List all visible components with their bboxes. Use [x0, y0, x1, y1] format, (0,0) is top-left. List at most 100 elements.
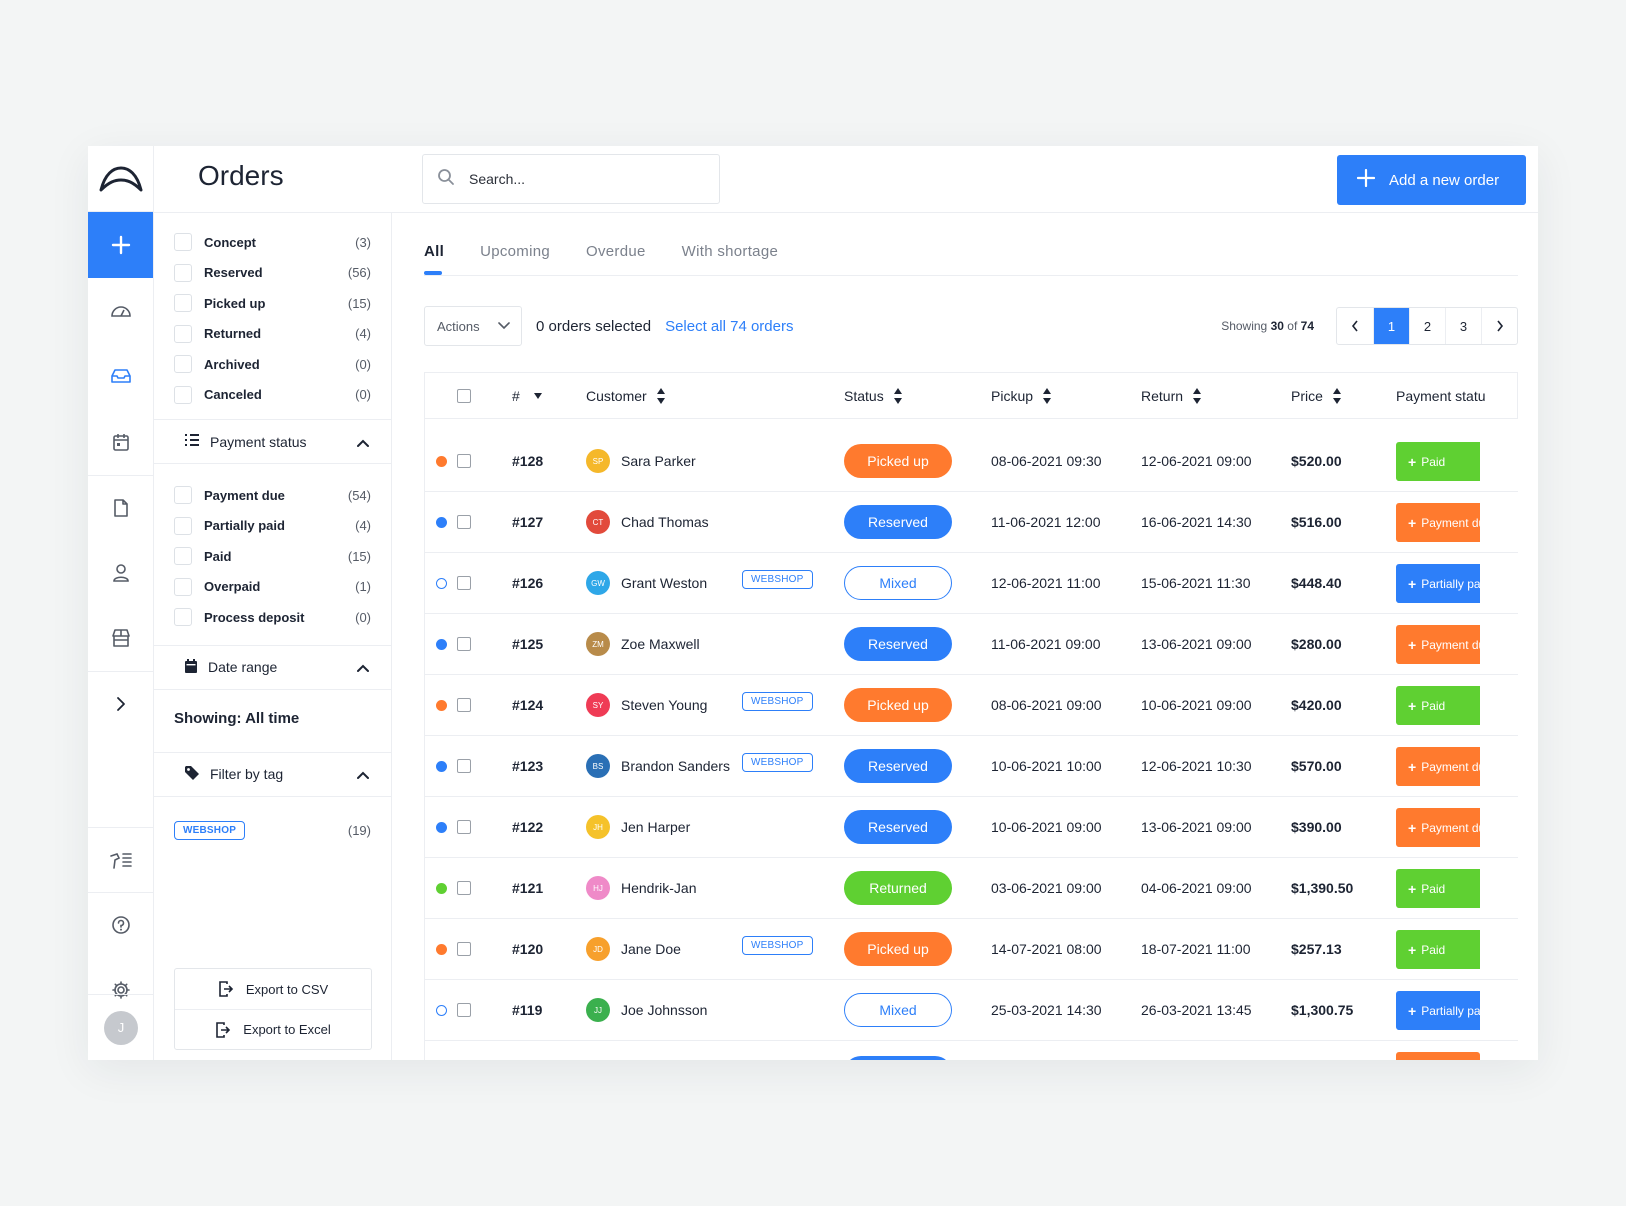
order-number[interactable]: #122: [512, 797, 543, 857]
table-row[interactable]: #123 BS Brandon Sanders WEBSHOP Reserved…: [424, 736, 1518, 797]
payment-status-button[interactable]: + Payment due: [1396, 503, 1480, 542]
order-number[interactable]: #119: [512, 980, 542, 1040]
filter-option[interactable]: Paid (15): [154, 541, 391, 572]
payment-status-button[interactable]: + Partially paid: [1396, 564, 1480, 603]
row-checkbox[interactable]: [457, 1003, 471, 1017]
payment-button[interactable]: + Paid: [1396, 442, 1480, 481]
search-input[interactable]: [469, 171, 689, 187]
col-return[interactable]: Return: [1141, 373, 1202, 418]
inbox-icon[interactable]: [88, 344, 153, 410]
chevron-up-icon[interactable]: [357, 766, 369, 782]
search-box[interactable]: [422, 154, 720, 204]
actions-dropdown[interactable]: Actions: [424, 306, 522, 346]
status-badge[interactable]: Picked up: [844, 444, 952, 478]
order-number[interactable]: #128: [512, 431, 543, 491]
chevron-right-icon[interactable]: [88, 671, 153, 737]
customer-name[interactable]: Grant Weston: [621, 575, 707, 591]
payment-button[interactable]: + Paid: [1396, 686, 1480, 725]
customer-name[interactable]: Steven Young: [621, 697, 707, 713]
filter-option[interactable]: Process deposit (0): [154, 602, 391, 633]
row-checkbox[interactable]: [457, 637, 471, 651]
order-number[interactable]: #126: [512, 553, 543, 613]
filter-checkbox[interactable]: [174, 547, 192, 566]
table-row[interactable]: #119 JJ Joe Johnsson Mixed 25-03-2021 14…: [424, 980, 1518, 1041]
export-csv-button[interactable]: Export to CSV: [175, 969, 371, 1009]
filter-checkbox[interactable]: [174, 263, 192, 282]
filter-option[interactable]: Archived (0): [154, 349, 391, 380]
order-number[interactable]: #123: [512, 736, 543, 796]
filter-checkbox[interactable]: [174, 233, 192, 252]
page-2-button[interactable]: 2: [1409, 308, 1445, 344]
logo-icon[interactable]: [88, 146, 153, 212]
status-badge[interactable]: Reserved: [844, 810, 952, 844]
table-row[interactable]: #122 JH Jen Harper Reserved 10-06-2021 0…: [424, 797, 1518, 858]
table-row[interactable]: #128 SP Sara Parker Picked up 08-06-2021…: [424, 431, 1518, 492]
row-checkbox[interactable]: [457, 454, 471, 468]
filter-checkbox[interactable]: [174, 355, 192, 374]
payment-button[interactable]: + Partially paid: [1396, 564, 1480, 603]
payment-button[interactable]: [1396, 1052, 1480, 1060]
payment-button[interactable]: + Partially paid: [1396, 991, 1480, 1030]
filter-checkbox[interactable]: [174, 385, 192, 404]
table-row[interactable]: #127 CT Chad Thomas Reserved 11-06-2021 …: [424, 492, 1518, 553]
col-price[interactable]: Price: [1291, 373, 1341, 418]
select-all-checkbox[interactable]: [457, 373, 471, 418]
filter-option[interactable]: Overpaid (1): [154, 572, 391, 603]
order-number[interactable]: #124: [512, 675, 543, 735]
status-badge[interactable]: Reserved: [844, 749, 952, 783]
filter-checkbox[interactable]: [174, 486, 192, 505]
row-checkbox[interactable]: [457, 576, 471, 590]
filter-option[interactable]: Payment due (54): [154, 480, 391, 511]
payment-status-button[interactable]: + Payment due: [1396, 747, 1480, 786]
payment-status-button[interactable]: + Payment due: [1396, 808, 1480, 847]
payment-status-button[interactable]: + Paid: [1396, 869, 1480, 908]
date-range-section[interactable]: Date range: [154, 644, 391, 690]
row-checkbox[interactable]: [457, 515, 471, 529]
payment-button[interactable]: + Payment due: [1396, 625, 1480, 664]
status-badge[interactable]: Picked up: [844, 932, 952, 966]
payment-status-button[interactable]: + Paid: [1396, 930, 1480, 969]
filter-checkbox[interactable]: [174, 577, 192, 596]
tab-with-shortage[interactable]: With shortage: [682, 213, 778, 275]
dashboard-icon[interactable]: [88, 278, 153, 344]
customer-name[interactable]: Jen Harper: [621, 819, 690, 835]
webshop-tag[interactable]: WEBSHOP: [742, 753, 813, 772]
col-payment-status[interactable]: Payment statu: [1396, 373, 1510, 418]
col-number[interactable]: #: [512, 373, 542, 418]
table-row[interactable]: #126 GW Grant Weston WEBSHOP Mixed 12-06…: [424, 553, 1518, 614]
customer-name[interactable]: Chad Thomas: [621, 514, 709, 530]
help-icon[interactable]: [88, 892, 153, 958]
filter-option[interactable]: Reserved (56): [154, 258, 391, 289]
chevron-up-icon[interactable]: [357, 434, 369, 450]
status-badge[interactable]: Picked up: [844, 688, 952, 722]
col-customer[interactable]: Customer: [586, 373, 665, 418]
order-number[interactable]: #121: [512, 858, 543, 918]
webshop-tag[interactable]: WEBSHOP: [742, 692, 813, 711]
status-badge[interactable]: Mixed: [844, 993, 952, 1027]
payment-button[interactable]: + Payment due: [1396, 503, 1480, 542]
filter-checkbox[interactable]: [174, 608, 192, 627]
export-excel-button[interactable]: Export to Excel: [175, 1009, 371, 1049]
table-row-partial[interactable]: [424, 1041, 1518, 1060]
prev-page-button[interactable]: [1337, 308, 1373, 344]
tools-icon[interactable]: [88, 826, 153, 893]
status-badge[interactable]: Reserved: [844, 627, 952, 661]
tab-all[interactable]: All: [424, 213, 444, 275]
calendar-icon[interactable]: [88, 409, 153, 475]
row-checkbox[interactable]: [457, 820, 471, 834]
add-order-button[interactable]: Add a new order: [1337, 155, 1526, 205]
next-page-button[interactable]: [1481, 308, 1517, 344]
status-badge[interactable]: [844, 1056, 952, 1060]
table-row[interactable]: #124 SY Steven Young WEBSHOP Picked up 0…: [424, 675, 1518, 736]
store-icon[interactable]: [88, 606, 153, 672]
order-number[interactable]: #127: [512, 492, 543, 552]
payment-status-button[interactable]: + Partially paid: [1396, 991, 1480, 1030]
customer-name[interactable]: Sara Parker: [621, 453, 696, 469]
filter-option[interactable]: Returned (4): [154, 319, 391, 350]
filter-option[interactable]: Concept (3): [154, 227, 391, 258]
document-icon[interactable]: [88, 474, 153, 541]
customer-name[interactable]: Zoe Maxwell: [621, 636, 700, 652]
filter-option[interactable]: Canceled (0): [154, 380, 391, 411]
tab-overdue[interactable]: Overdue: [586, 213, 646, 275]
payment-status-button[interactable]: + Paid: [1396, 686, 1480, 725]
